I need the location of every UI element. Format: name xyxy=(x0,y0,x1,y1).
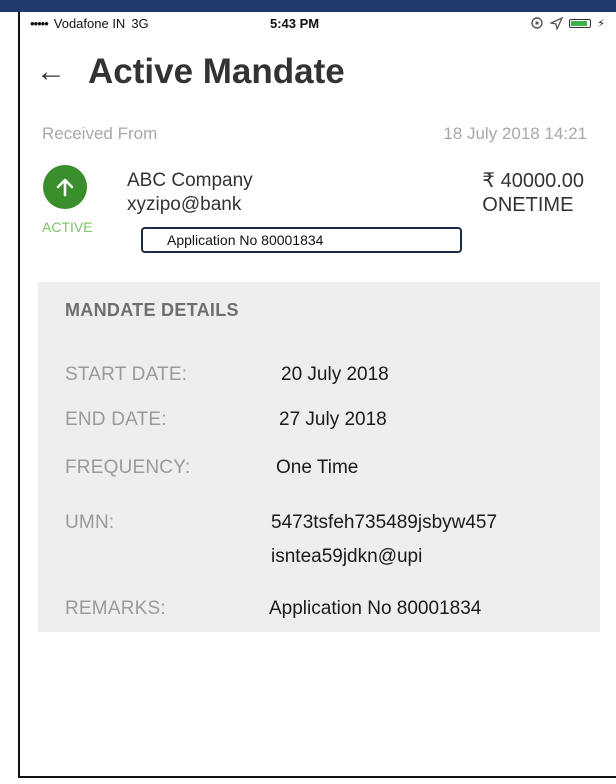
arrow-up-icon xyxy=(56,178,74,197)
network-type: 3G xyxy=(131,16,149,31)
payee-info: ABC Company xyzipo@bank xyxy=(127,169,253,217)
details-heading: MANDATE DETAILS xyxy=(65,300,239,320)
application-note-box: Application No 80001834 xyxy=(141,227,462,253)
charging-icon: ⚡ xyxy=(597,17,605,30)
remarks-label: REMARKS: xyxy=(65,598,166,619)
status-indicator xyxy=(43,165,87,209)
payee-name: ABC Company xyxy=(127,170,253,191)
status-label: ACTIVE xyxy=(42,219,93,235)
location-icon xyxy=(531,17,543,29)
end-date-label: END DATE: xyxy=(65,409,167,430)
remarks-value: Application No 80001834 xyxy=(269,598,482,619)
umn-value-line1: 5473tsfeh735489jsbyw457 xyxy=(271,512,498,533)
umn-label: UMN: xyxy=(65,512,115,533)
mandate-details-panel: MANDATE DETAILS START DATE: 20 July 2018… xyxy=(38,282,600,632)
received-datetime: 18 July 2018 14:21 xyxy=(443,124,587,143)
carrier-name: Vodafone IN xyxy=(53,16,126,31)
received-from-label: Received From xyxy=(42,124,158,143)
status-time: 5:43 PM xyxy=(270,16,320,31)
start-date-label: START DATE: xyxy=(65,364,188,385)
page-title: Active Mandate xyxy=(88,52,345,91)
start-date-value: 20 July 2018 xyxy=(281,364,389,385)
frequency-label: FREQUENCY: xyxy=(65,457,191,478)
status-bar: ••••• Vodafone IN 3G 5:43 PM ⚡ xyxy=(30,16,605,36)
header: ← Active Mandate xyxy=(36,52,345,92)
frequency-value: One Time xyxy=(276,457,359,478)
amount-info: ₹ 40000.00 ONETIME xyxy=(482,169,584,217)
top-banner xyxy=(0,0,616,12)
battery-icon xyxy=(569,18,592,28)
back-arrow-icon[interactable]: ← xyxy=(36,55,88,89)
received-row: Received From 18 July 2018 14:21 xyxy=(42,124,587,144)
mandate-amount: ₹ 40000.00 xyxy=(482,170,584,192)
navigation-icon xyxy=(550,16,564,30)
umn-value-line2: isntea59jdkn@upi xyxy=(271,546,423,567)
end-date-value: 27 July 2018 xyxy=(279,409,387,430)
signal-strength: ••••• xyxy=(30,16,49,31)
recurrence-type: ONETIME xyxy=(482,194,574,216)
payee-vpa: xyzipo@bank xyxy=(127,194,242,215)
